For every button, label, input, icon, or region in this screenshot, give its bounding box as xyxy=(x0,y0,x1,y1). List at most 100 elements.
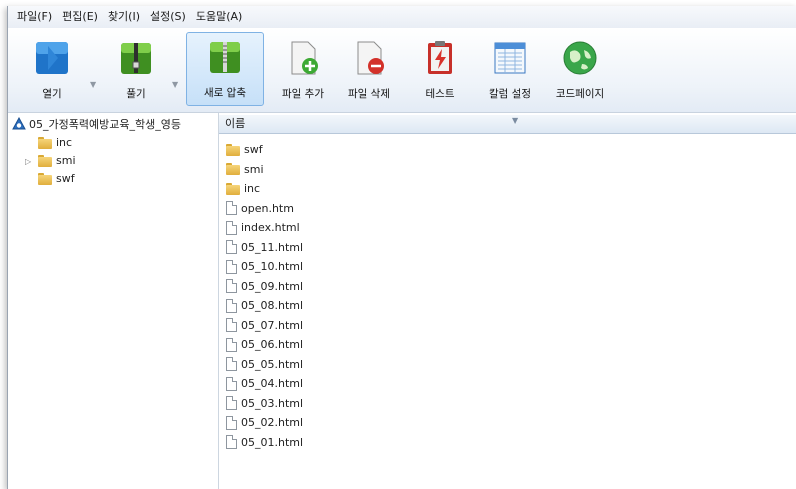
file-list: swf smi inc open.htm index.html 05_11.ht… xyxy=(226,140,303,452)
new-archive-icon xyxy=(210,42,240,73)
file-icon xyxy=(226,279,237,294)
column-settings-icon xyxy=(494,42,526,74)
column-header-name[interactable]: 이름 ▼ xyxy=(219,115,796,134)
list-item-label: 05_02.html xyxy=(241,416,304,430)
add-file-icon xyxy=(291,41,318,75)
list-item[interactable]: 05_11.html xyxy=(226,238,303,258)
file-icon xyxy=(226,357,237,372)
column-settings-label: 칼럼 설정 xyxy=(489,88,531,100)
tree-item-label: smi xyxy=(56,154,76,167)
column-settings-button[interactable]: 칼럼 설정 xyxy=(481,34,539,104)
folder-icon xyxy=(226,163,240,176)
list-item[interactable]: 05_10.html xyxy=(226,257,303,277)
list-item[interactable]: 05_01.html xyxy=(226,433,303,453)
test-label: 테스트 xyxy=(425,88,455,100)
file-icon xyxy=(226,396,237,411)
menu-find[interactable]: 찾기(I) xyxy=(103,6,145,28)
add-file-label: 파일 추가 xyxy=(282,88,324,100)
tree-root-label: 05_가정폭력예방교육_학생_영등 xyxy=(29,118,181,131)
tree-item-inc[interactable]: inc xyxy=(38,136,72,149)
list-item-label: 05_01.html xyxy=(241,435,304,449)
tree-item-swf[interactable]: swf xyxy=(38,172,75,185)
list-item-label: 05_05.html xyxy=(241,357,304,371)
list-item-label: 05_04.html xyxy=(241,377,304,391)
delete-file-button[interactable]: 파일 삭제 xyxy=(340,34,398,104)
menu-edit[interactable]: 편집(E) xyxy=(57,6,103,28)
file-list-pane: 이름 ▼ swf smi inc open.htm index.html 05_… xyxy=(219,113,796,489)
menu-bar: 파일(F) 편집(E) 찾기(I) 설정(S) 도움말(A) xyxy=(8,6,796,28)
list-item[interactable]: 05_07.html xyxy=(226,316,303,336)
menu-file[interactable]: 파일(F) xyxy=(12,6,57,28)
menu-help[interactable]: 도움말(A) xyxy=(191,6,247,28)
open-dropdown-icon[interactable]: ▼ xyxy=(90,80,96,89)
list-item[interactable]: open.htm xyxy=(226,199,303,219)
delete-file-label: 파일 삭제 xyxy=(348,88,390,100)
list-item-label: inc xyxy=(244,182,261,196)
folder-icon xyxy=(38,172,52,185)
column-header-label: 이름 xyxy=(225,117,246,130)
list-item-label: 05_03.html xyxy=(241,396,304,410)
codepage-label: 코드페이지 xyxy=(555,88,605,100)
list-item-label: 05_09.html xyxy=(241,279,304,293)
extract-label: 풀기 xyxy=(126,88,146,100)
list-item-label: 05_08.html xyxy=(241,299,304,313)
tree-root[interactable]: 05_가정폭력예방교육_학생_영등 xyxy=(12,116,181,132)
list-item[interactable]: 05_08.html xyxy=(226,296,303,316)
test-button[interactable]: 테스트 xyxy=(414,34,466,104)
file-icon xyxy=(226,376,237,391)
add-file-button[interactable]: 파일 추가 xyxy=(274,34,332,104)
list-item[interactable]: swf xyxy=(226,140,303,160)
sort-arrow-icon: ▼ xyxy=(512,116,519,125)
extract-dropdown-icon[interactable]: ▼ xyxy=(172,80,178,89)
file-icon xyxy=(226,220,237,235)
list-item[interactable]: 05_09.html xyxy=(226,277,303,297)
tree-item-label: swf xyxy=(56,172,75,185)
tree-item-label: inc xyxy=(56,136,73,149)
list-item[interactable]: 05_06.html xyxy=(226,335,303,355)
list-item-label: 05_07.html xyxy=(241,318,304,332)
extract-button[interactable]: 풀기 xyxy=(110,34,162,104)
list-item-label: open.htm xyxy=(241,201,294,215)
new-archive-button[interactable]: 새로 압축 xyxy=(186,32,264,106)
list-item[interactable]: inc xyxy=(226,179,303,199)
list-item[interactable]: smi xyxy=(226,160,303,180)
list-item-label: smi xyxy=(244,162,264,176)
open-button[interactable]: 열기 xyxy=(26,34,78,104)
list-item[interactable]: 05_04.html xyxy=(226,374,303,394)
delete-file-icon xyxy=(357,41,384,75)
list-item[interactable]: 05_02.html xyxy=(226,413,303,433)
archive-root-icon xyxy=(12,117,26,130)
list-item-label: 05_10.html xyxy=(241,260,304,274)
folder-icon xyxy=(226,182,240,195)
folder-icon xyxy=(38,154,52,167)
list-item-label: 05_11.html xyxy=(241,240,304,254)
file-icon xyxy=(226,201,237,216)
file-icon xyxy=(226,240,237,255)
expand-arrow-icon[interactable]: ▷ xyxy=(25,157,31,166)
list-item[interactable]: index.html xyxy=(226,218,303,238)
folder-icon xyxy=(38,136,52,149)
open-label: 열기 xyxy=(42,88,62,100)
folder-tree: 05_가정폭력예방교육_학생_영등 inc ▷ smi swf xyxy=(8,113,219,489)
test-icon xyxy=(428,41,452,74)
app-window: 파일(F) 편집(E) 찾기(I) 설정(S) 도움말(A) 열기 ▼ 풀기 ▼… xyxy=(7,6,796,489)
extract-icon xyxy=(121,43,151,74)
toolbar: 열기 ▼ 풀기 ▼ 새로 압축 파일 추가 파일 삭제 테스트 칼럼 설정 코드… xyxy=(8,28,796,113)
file-icon xyxy=(226,318,237,333)
list-item-label: index.html xyxy=(241,221,300,235)
file-icon xyxy=(226,415,237,430)
codepage-button[interactable]: 코드페이지 xyxy=(548,34,612,104)
list-item-label: 05_06.html xyxy=(241,338,304,352)
file-icon xyxy=(226,259,237,274)
menu-settings[interactable]: 설정(S) xyxy=(145,6,191,28)
folder-icon xyxy=(226,143,240,156)
list-item[interactable]: 05_03.html xyxy=(226,394,303,414)
new-archive-label: 새로 압축 xyxy=(204,87,246,99)
tree-item-smi[interactable]: smi xyxy=(38,154,76,167)
list-item-label: swf xyxy=(244,143,263,157)
open-archive-icon xyxy=(36,42,68,74)
file-icon xyxy=(226,298,237,313)
list-item[interactable]: 05_05.html xyxy=(226,355,303,375)
file-icon xyxy=(226,435,237,450)
globe-icon xyxy=(563,41,597,75)
